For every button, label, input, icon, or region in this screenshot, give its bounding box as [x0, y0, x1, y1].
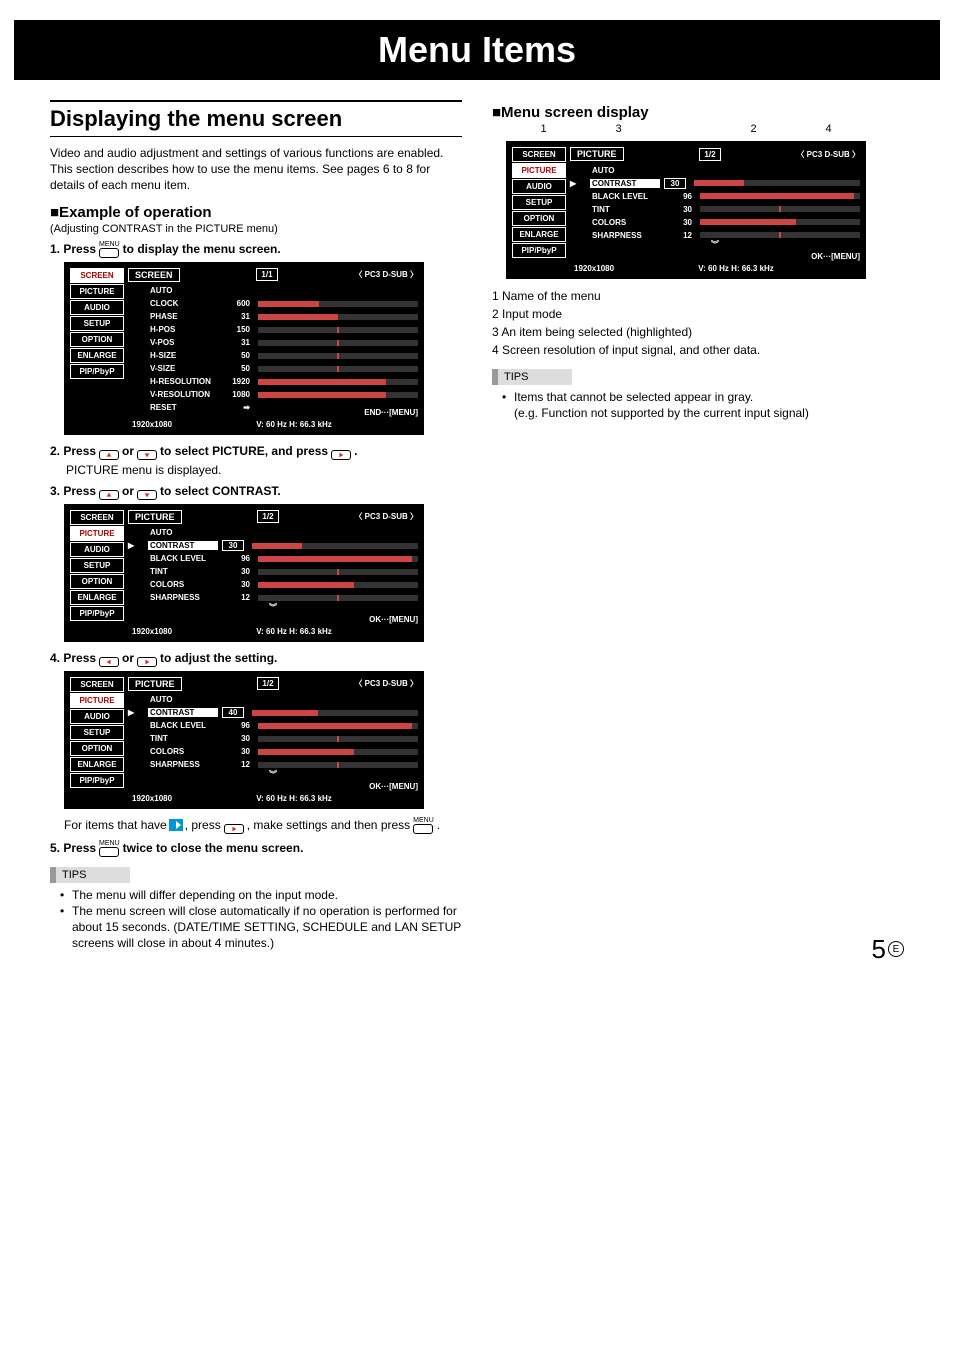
osd-screenshot-2: SCREENPICTUREAUDIOSETUPOPTIONENLARGEPIP/… [64, 504, 424, 642]
down-button-icon [137, 443, 157, 460]
menu-button-icon: MENU [413, 817, 434, 834]
tips-list-left: The menu will differ depending on the in… [50, 887, 462, 952]
menu-button-icon: MENU [99, 241, 120, 258]
page-number-value: 5 [872, 934, 886, 964]
down-button-icon [137, 483, 157, 500]
step-2-c: to select PICTURE, and press [160, 444, 328, 458]
right-heading: ■Menu screen display [492, 104, 904, 121]
step-1-a: 1. Press [50, 242, 96, 256]
up-button-icon [99, 443, 119, 460]
after-d: . [437, 818, 440, 832]
legend: 1 Name of the menu 2 Input mode 3 An ite… [492, 287, 904, 359]
step-5: 5. Press MENU twice to close the menu sc… [50, 840, 462, 857]
intro-text: Video and audio adjustment and settings … [50, 145, 462, 194]
up-button-icon [99, 483, 119, 500]
after-osd-note: For items that have , press , make setti… [64, 817, 462, 834]
step-4-a: 4. Press [50, 651, 96, 665]
legend-3: 3 An item being selected (highlighted) [492, 323, 904, 341]
after-a: For items that have [64, 818, 167, 832]
step-3: 3. Press or to select CONTRAST. [50, 483, 462, 500]
after-b: , press [185, 818, 221, 832]
step-2: 2. Press or to select PICTURE, and press… [50, 443, 462, 460]
page-lang: E [888, 941, 904, 957]
step-4-c: to adjust the setting. [160, 651, 277, 665]
callout-3: 3 [615, 123, 621, 135]
example-sub: (Adjusting CONTRAST in the PICTURE menu) [50, 223, 462, 235]
right-button-icon [224, 817, 244, 834]
step-5-b: twice to close the menu screen. [123, 841, 304, 855]
legend-2: 2 Input mode [492, 305, 904, 323]
step-4-b: or [122, 651, 134, 665]
example-heading: ■Example of operation [50, 204, 462, 221]
section-title: Displaying the menu screen [50, 100, 462, 137]
step-1-b: to display the menu screen. [123, 242, 281, 256]
osd-screenshot-1: SCREENPICTUREAUDIOSETUPOPTIONENLARGEPIP/… [64, 262, 424, 435]
after-c: , make settings and then press [247, 818, 410, 832]
step-1: 1. Press MENU to display the menu screen… [50, 241, 462, 258]
step-3-b: or [122, 484, 134, 498]
enter-arrow-icon [169, 819, 183, 831]
osd-screenshot-4: SCREENPICTUREAUDIOSETUPOPTIONENLARGEPIP/… [506, 141, 866, 279]
callout-2: 2 [750, 123, 756, 135]
right-button-icon [331, 443, 351, 460]
step-5-a: 5. Press [50, 841, 96, 855]
step-2-d: . [354, 444, 357, 458]
chapter-title: Menu Items [378, 29, 576, 71]
step-4: 4. Press or to adjust the setting. [50, 650, 462, 667]
tips-heading: TIPS [492, 369, 572, 385]
step-2-sub: PICTURE menu is displayed. [50, 463, 462, 477]
legend-1: 1 Name of the menu [492, 287, 904, 305]
menu-button-icon: MENU [99, 840, 120, 857]
tips-right-0: Items that cannot be selected appear in … [506, 389, 904, 421]
left-button-icon [99, 650, 119, 667]
callout-numbers: 1 3 2 4 [506, 123, 866, 135]
right-button-icon [137, 650, 157, 667]
tips-left-0: The menu will differ depending on the in… [64, 887, 462, 903]
step-2-a: 2. Press [50, 444, 96, 458]
chapter-banner: Menu Items [14, 20, 940, 80]
page-number: 5E [872, 934, 904, 965]
step-3-c: to select CONTRAST. [160, 484, 281, 498]
tips-left-1: The menu screen will close automatically… [64, 903, 462, 952]
tips-list-right: Items that cannot be selected appear in … [492, 389, 904, 421]
step-2-b: or [122, 444, 134, 458]
callout-4: 4 [825, 123, 831, 135]
tips-heading: TIPS [50, 867, 130, 883]
legend-4: 4 Screen resolution of input signal, and… [492, 341, 904, 359]
step-3-a: 3. Press [50, 484, 96, 498]
callout-1: 1 [540, 123, 546, 135]
osd-screenshot-3: SCREENPICTUREAUDIOSETUPOPTIONENLARGEPIP/… [64, 671, 424, 809]
